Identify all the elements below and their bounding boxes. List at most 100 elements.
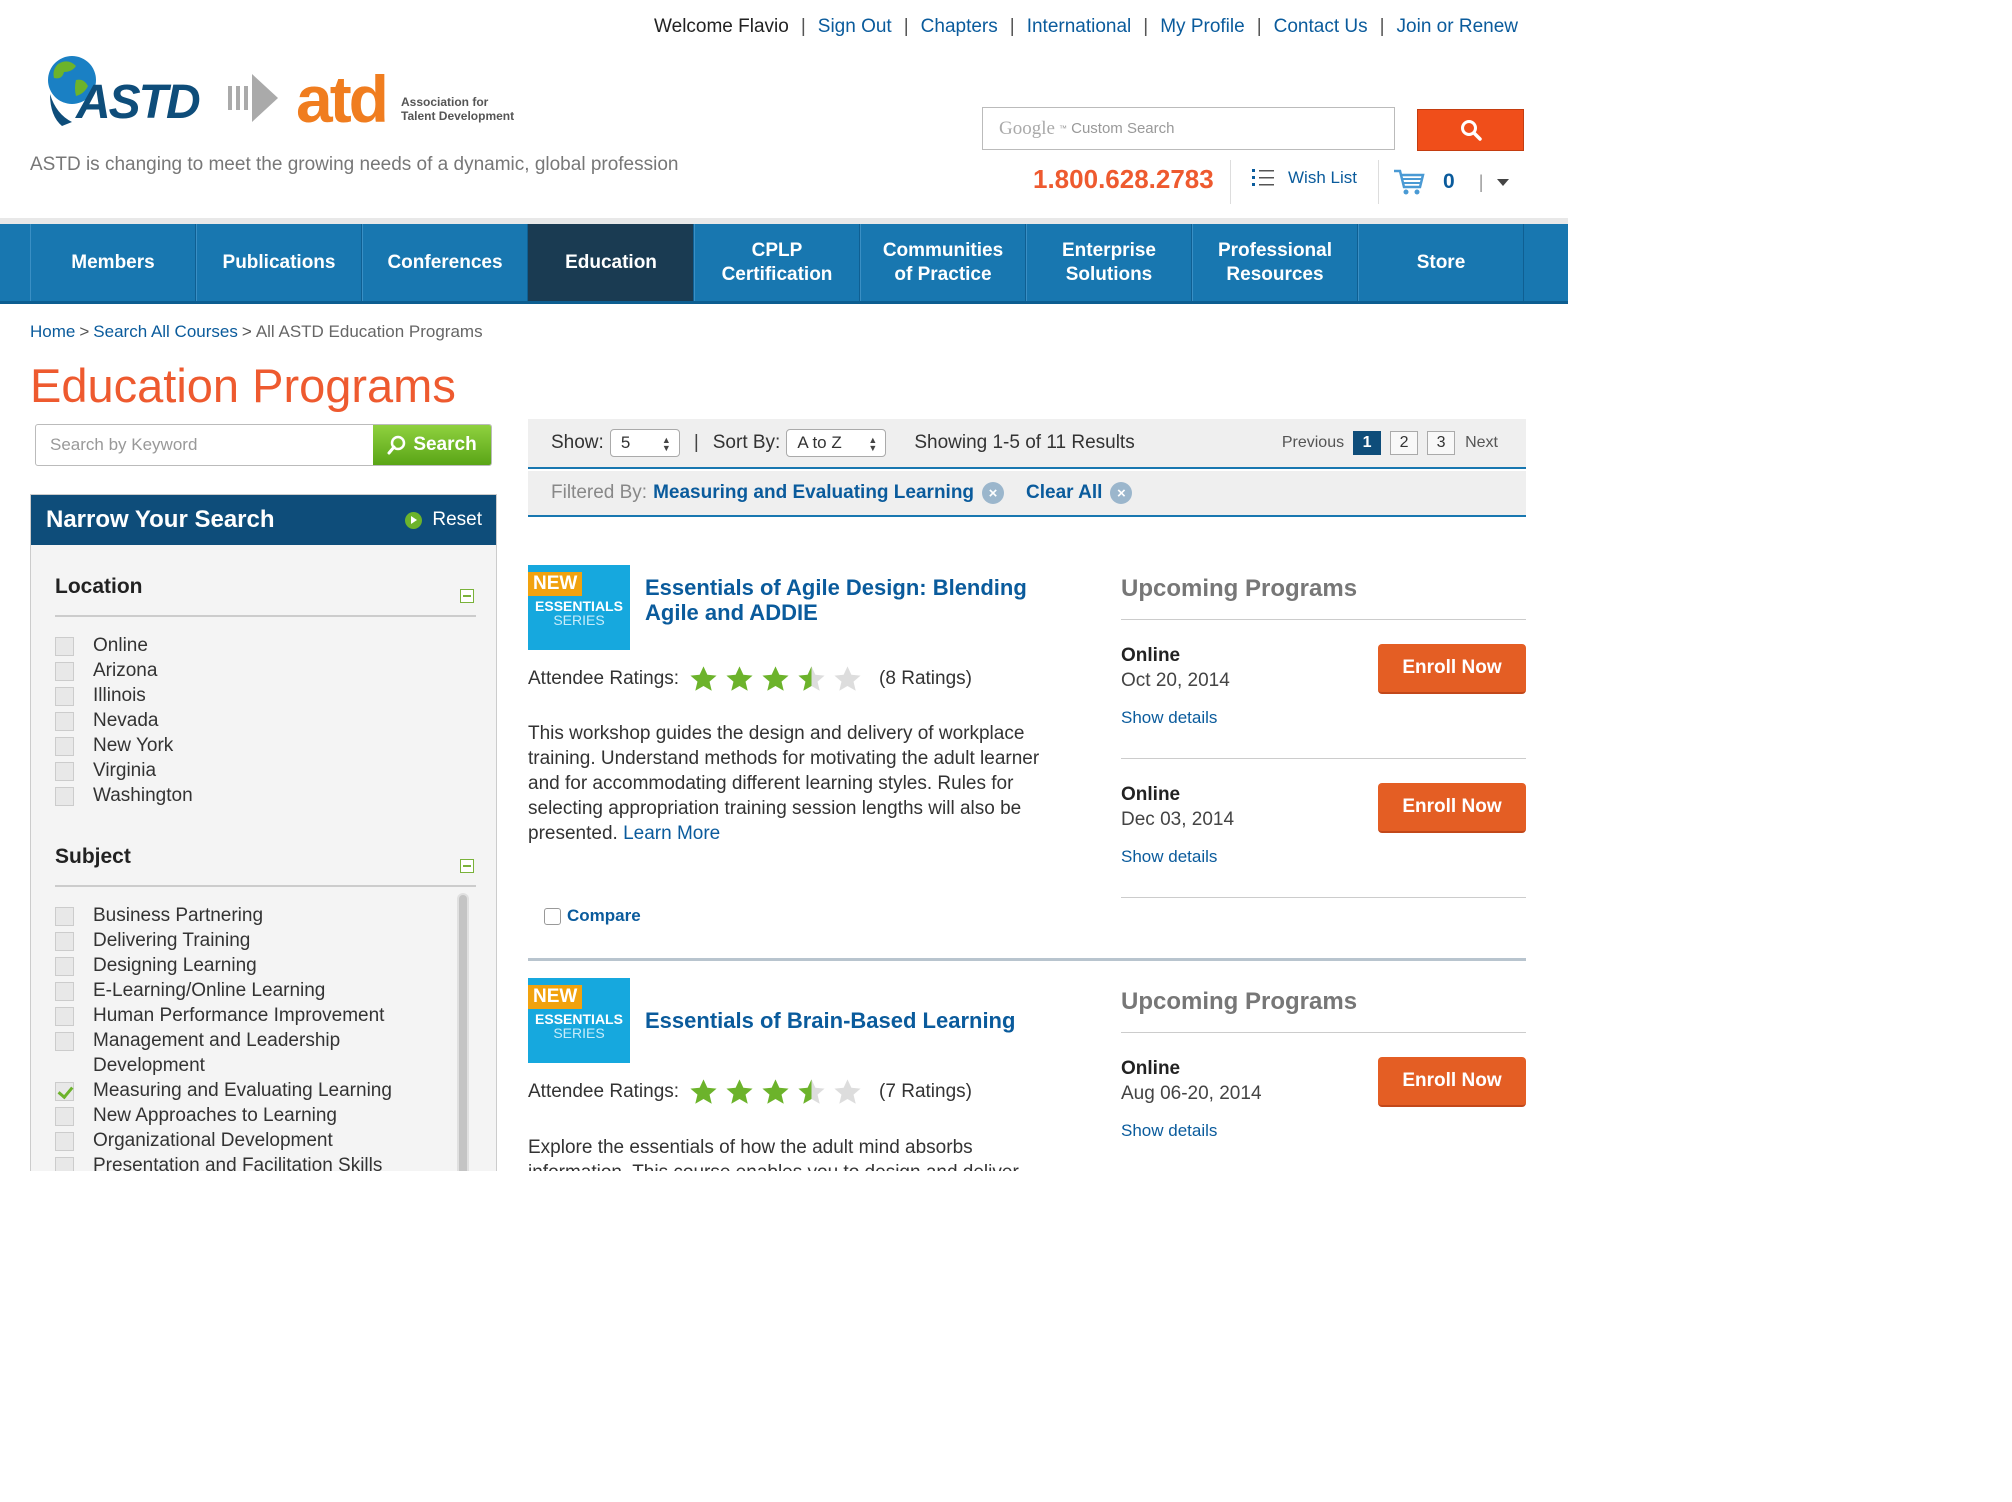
checkbox[interactable] xyxy=(55,1157,74,1171)
breadcrumb-home[interactable]: Home xyxy=(30,322,75,341)
sort-select[interactable]: A to Z ▲ ▼ xyxy=(786,429,887,457)
checkbox[interactable] xyxy=(55,982,74,1001)
nav-store[interactable]: Store xyxy=(1358,224,1524,301)
show-details-link[interactable]: Show details xyxy=(1121,1121,1217,1141)
contact-us-link[interactable]: Contact Us xyxy=(1274,16,1368,38)
page-2[interactable]: 2 xyxy=(1390,431,1419,455)
show-details-link[interactable]: Show details xyxy=(1121,708,1217,728)
cart-button[interactable]: 0 | xyxy=(1393,168,1510,196)
subject-option[interactable]: New Approaches to Learning xyxy=(55,1103,450,1128)
subject-option-label: Presentation and Facilitation Skills xyxy=(93,1155,383,1171)
subject-facet-header[interactable]: Subject xyxy=(55,845,476,887)
subject-option[interactable]: Business Partnering xyxy=(55,903,450,928)
google-label: Google xyxy=(999,117,1055,139)
nav-publications[interactable]: Publications xyxy=(196,224,362,301)
breadcrumb-search-all-courses[interactable]: Search All Courses xyxy=(93,322,238,341)
nav-members[interactable]: Members xyxy=(30,224,196,301)
astd-atd-logo[interactable]: ASTD atd Association for Talent Developm… xyxy=(38,50,518,132)
checkbox[interactable] xyxy=(55,957,74,976)
enroll-now-button[interactable]: Enroll Now xyxy=(1378,783,1526,833)
enroll-now-button[interactable]: Enroll Now xyxy=(1378,1057,1526,1107)
scrollbar-thumb[interactable] xyxy=(459,895,467,1171)
chevron-down-icon[interactable] xyxy=(1497,178,1510,186)
page-1[interactable]: 1 xyxy=(1353,431,1382,455)
search-icon xyxy=(1460,120,1482,141)
subject-option[interactable]: Management and Leadership Development xyxy=(55,1028,450,1078)
checkbox[interactable] xyxy=(55,687,74,706)
show-details-link[interactable]: Show details xyxy=(1121,847,1217,867)
location-option[interactable]: Virginia xyxy=(55,758,476,783)
pagination-previous[interactable]: Previous xyxy=(1282,434,1344,452)
cart-count: 0 xyxy=(1443,170,1455,193)
clear-all-icon[interactable]: × xyxy=(1110,482,1133,504)
checkbox[interactable] xyxy=(55,1107,74,1126)
international-link[interactable]: International xyxy=(1027,16,1132,38)
wish-list-link[interactable]: Wish List xyxy=(1252,168,1357,188)
checkbox[interactable] xyxy=(55,662,74,681)
checkbox[interactable] xyxy=(55,712,74,731)
reset-button[interactable]: Reset xyxy=(405,509,482,531)
course-title[interactable]: Essentials of Agile Design: Blending Agi… xyxy=(645,575,1065,625)
location-facet-header[interactable]: Location xyxy=(55,575,476,617)
breadcrumb-current: All ASTD Education Programs xyxy=(255,322,483,341)
site-search-input[interactable]: Google ™ Custom Search xyxy=(982,107,1395,150)
compare-toggle[interactable]: Compare xyxy=(544,906,641,926)
nav-conferences[interactable]: Conferences xyxy=(362,224,528,301)
location-option[interactable]: Washington xyxy=(55,783,476,808)
location-option[interactable]: New York xyxy=(55,733,476,758)
location-option[interactable]: Nevada xyxy=(55,708,476,733)
location-option[interactable]: Online xyxy=(55,633,476,658)
checkbox[interactable] xyxy=(55,637,74,656)
sign-out-link[interactable]: Sign Out xyxy=(818,16,892,38)
subject-option[interactable]: E-Learning/Online Learning xyxy=(55,978,450,1003)
checkbox[interactable] xyxy=(55,932,74,951)
compare-checkbox[interactable] xyxy=(544,907,561,925)
pagination-next[interactable]: Next xyxy=(1465,434,1498,452)
nav-enterprise-solutions[interactable]: Enterprise Solutions xyxy=(1026,224,1192,301)
checkbox[interactable] xyxy=(55,1032,74,1051)
my-profile-link[interactable]: My Profile xyxy=(1160,16,1244,38)
star-rating xyxy=(689,665,869,693)
collapse-icon[interactable] xyxy=(460,859,474,873)
checkbox[interactable] xyxy=(55,762,74,781)
subject-option[interactable]: Delivering Training xyxy=(55,928,450,953)
learn-more-link[interactable]: Learn More xyxy=(623,823,720,844)
checkbox[interactable] xyxy=(55,737,74,756)
nav-communities-of-practice[interactable]: Communities of Practice xyxy=(860,224,1026,301)
subject-option[interactable]: Presentation and Facilitation Skills xyxy=(55,1153,450,1171)
location-option[interactable]: Arizona xyxy=(55,658,476,683)
ratings-label: Attendee Ratings: xyxy=(528,668,680,689)
clear-all-link[interactable]: Clear All xyxy=(1026,482,1102,504)
keyword-search-button[interactable]: Search xyxy=(373,425,491,465)
welcome-text: Welcome Flavio xyxy=(654,16,789,37)
sort-label: Sort By: xyxy=(712,432,781,453)
nav-education[interactable]: Education xyxy=(528,224,694,301)
chapters-link[interactable]: Chapters xyxy=(921,16,998,38)
remove-filter-icon[interactable]: × xyxy=(982,482,1005,504)
checkbox[interactable] xyxy=(55,1132,74,1151)
subject-option[interactable]: Organizational Development xyxy=(55,1128,450,1153)
subject-option-checked[interactable]: Measuring and Evaluating Learning xyxy=(55,1078,450,1103)
logo-atd-sub-1: Association for xyxy=(401,95,489,109)
join-renew-link[interactable]: Join or Renew xyxy=(1397,16,1518,38)
location-option[interactable]: Illinois xyxy=(55,683,476,708)
star-half-icon xyxy=(798,666,825,691)
checkbox[interactable] xyxy=(55,907,74,926)
nav-cplp-certification[interactable]: CPLP Certification xyxy=(694,224,860,301)
subject-option[interactable]: Human Performance Improvement xyxy=(55,1003,450,1028)
checkbox-checked[interactable] xyxy=(55,1082,74,1101)
separator: | xyxy=(1009,16,1015,37)
nav-professional-resources[interactable]: Professional Resources xyxy=(1192,224,1358,301)
checkbox[interactable] xyxy=(55,787,74,806)
subject-option[interactable]: Designing Learning xyxy=(55,953,450,978)
site-search-button[interactable] xyxy=(1417,109,1524,151)
course-title[interactable]: Essentials of Brain-Based Learning xyxy=(645,1008,1085,1033)
collapse-icon[interactable] xyxy=(460,589,474,603)
session-row: Online Aug 06-20, 2014 Show details Enro… xyxy=(1121,1033,1526,1171)
page-3[interactable]: 3 xyxy=(1427,431,1456,455)
keyword-search-input[interactable] xyxy=(36,425,374,465)
show-select[interactable]: 5 ▲ ▼ xyxy=(609,429,680,457)
star-rating xyxy=(689,1078,869,1106)
enroll-now-button[interactable]: Enroll Now xyxy=(1378,644,1526,694)
checkbox[interactable] xyxy=(55,1007,74,1026)
